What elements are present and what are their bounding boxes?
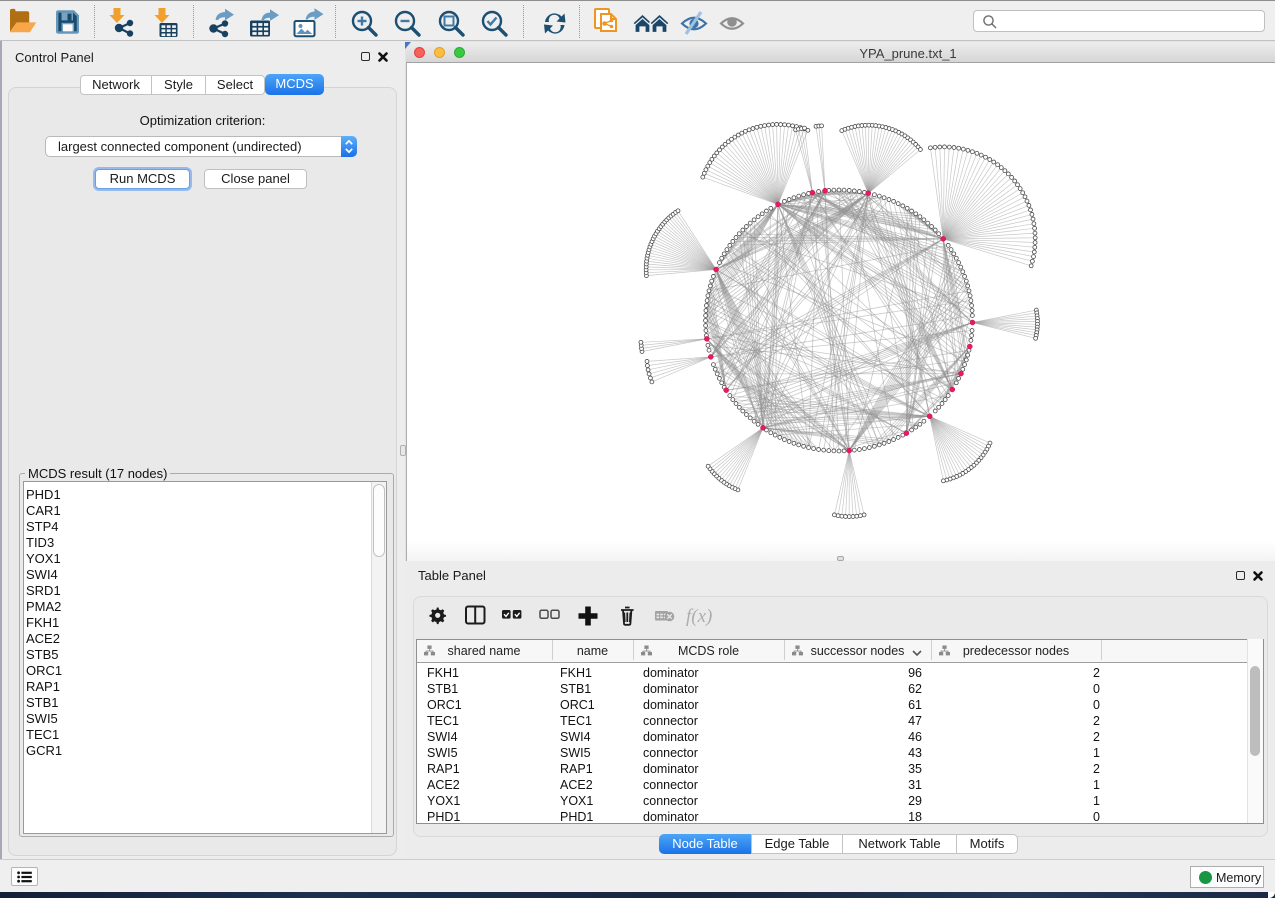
svg-text:f(x): f(x) xyxy=(686,606,712,627)
